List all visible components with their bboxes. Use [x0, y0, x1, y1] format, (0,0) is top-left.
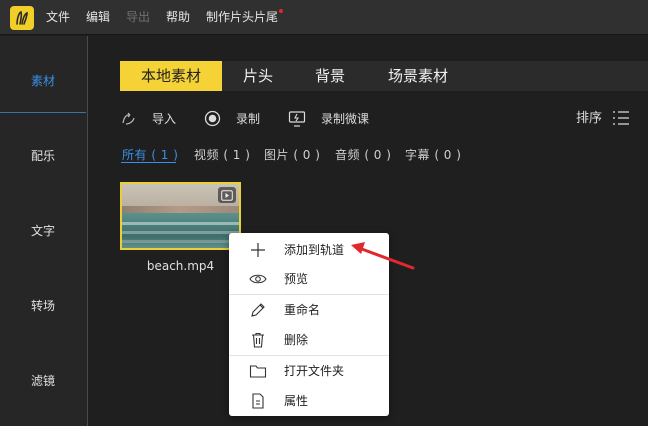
sidebar-item-materials[interactable]: 素材	[0, 72, 86, 89]
filter-video[interactable]: 视频 ( 1 )	[194, 146, 250, 163]
filter-audio[interactable]: 音频 ( 0 )	[335, 146, 391, 163]
plus-icon	[249, 242, 267, 258]
sort-button[interactable]: 排序	[576, 110, 602, 128]
sidebar-item-transitions[interactable]: 转场	[0, 297, 86, 314]
screen-record-icon[interactable]	[288, 110, 306, 132]
sidebar-item-text[interactable]: 文字	[0, 222, 86, 239]
filter-all[interactable]: 所有 ( 1 )	[122, 146, 178, 163]
tab-scene-materials[interactable]: 场景素材	[366, 61, 470, 91]
pencil-icon	[249, 302, 267, 318]
record-lesson-button[interactable]: 录制微课	[321, 110, 369, 128]
import-icon[interactable]	[121, 111, 137, 131]
menu-make-intro-outro[interactable]: 制作片头片尾	[206, 0, 278, 35]
sidebar-item-filters[interactable]: 滤镜	[0, 372, 86, 389]
document-icon	[249, 393, 267, 409]
menu-help[interactable]: 帮助	[166, 0, 190, 35]
sidebar-item-music[interactable]: 配乐	[0, 147, 86, 164]
sort-list-icon[interactable]	[612, 110, 630, 130]
app-logo-icon	[10, 6, 34, 30]
tab-intro[interactable]: 片头	[222, 61, 294, 91]
menu-file[interactable]: 文件	[46, 0, 70, 35]
import-button[interactable]: 导入	[152, 110, 176, 128]
context-item-open-folder[interactable]: 打开文件夹	[229, 356, 389, 386]
media-thumbnail[interactable]	[120, 182, 241, 250]
tab-background[interactable]: 背景	[294, 61, 366, 91]
left-sidebar: 素材 配乐 文字 转场 滤镜	[0, 36, 88, 426]
context-item-delete[interactable]: 删除	[229, 325, 389, 355]
folder-icon	[249, 363, 267, 379]
filter-image[interactable]: 图片 ( 0 )	[264, 146, 320, 163]
filter-subtitle[interactable]: 字幕 ( 0 )	[405, 146, 461, 163]
context-item-rename[interactable]: 重命名	[229, 295, 389, 325]
video-badge-icon	[218, 187, 236, 203]
eye-icon	[249, 271, 267, 287]
menu-edit[interactable]: 编辑	[86, 0, 110, 35]
menu-export[interactable]: 导出	[126, 0, 150, 35]
record-button[interactable]: 录制	[236, 110, 260, 128]
tab-local-materials[interactable]: 本地素材	[120, 61, 222, 91]
active-filter-underline	[121, 162, 176, 163]
record-icon[interactable]	[204, 110, 221, 131]
sidebar-divider	[0, 112, 86, 113]
new-indicator-dot	[279, 9, 283, 13]
context-item-properties[interactable]: 属性	[229, 386, 389, 416]
annotation-arrow-icon	[351, 242, 415, 270]
media-filename: beach.mp4	[146, 259, 215, 273]
trash-icon	[249, 332, 267, 348]
title-bar: 文件 编辑 导出 帮助 制作片头片尾	[0, 0, 648, 35]
